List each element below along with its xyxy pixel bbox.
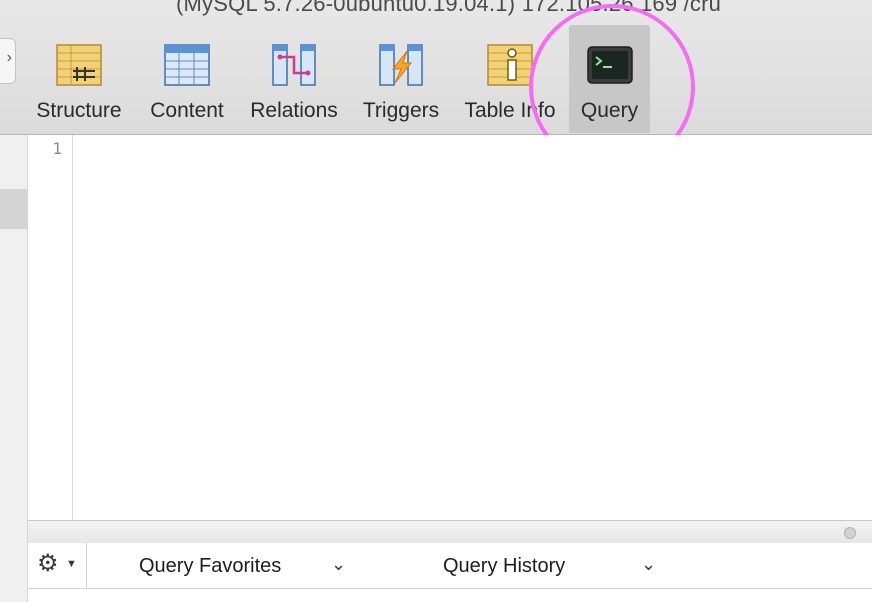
- toolbar-label: Triggers: [362, 99, 440, 122]
- chevron-icon: ›: [6, 49, 12, 66]
- toolbar: (MySQL 5.7.26-0ubuntu0.19.04.1) 172.105.…: [0, 0, 872, 135]
- line-number: 1: [52, 139, 62, 158]
- query-favorites-label: Query Favorites: [139, 555, 282, 577]
- toolbar-relations[interactable]: Relations: [244, 25, 344, 133]
- toolbar-triggers[interactable]: Triggers: [352, 25, 450, 133]
- query-history-popup[interactable]: Query History ⌄: [388, 543, 668, 588]
- caret-down-icon: ▼: [66, 558, 77, 570]
- structure-icon: [56, 44, 102, 86]
- relations-icon: [272, 44, 316, 86]
- toolbar-label: Structure: [36, 99, 122, 122]
- toolbar-content[interactable]: Content: [138, 25, 236, 133]
- toolbar-label: Table Info: [464, 99, 556, 122]
- splitter-handle[interactable]: [844, 527, 856, 539]
- query-bottom-bar: ⚙ ▼ Query Favorites ⌄ Query History ⌄: [28, 543, 872, 589]
- sidebar-selected-row[interactable]: [0, 189, 27, 229]
- query-editor[interactable]: [73, 135, 872, 520]
- toolbar-label: Relations: [250, 99, 338, 122]
- table-info-icon: [487, 44, 533, 86]
- chevron-down-icon: ⌄: [641, 554, 657, 574]
- content-icon: [164, 44, 210, 86]
- chevron-down-icon: ⌄: [331, 554, 347, 574]
- split-view-divider[interactable]: [28, 520, 872, 544]
- sidebar[interactable]: [0, 135, 28, 602]
- window-title: (MySQL 5.7.26-0ubuntu0.19.04.1) 172.105.…: [176, 0, 722, 16]
- query-favorites-popup[interactable]: Query Favorites ⌄: [88, 543, 374, 588]
- nav-segment-button[interactable]: ›: [0, 38, 16, 84]
- toolbar-table-info[interactable]: Table Info: [457, 25, 563, 133]
- toolbar-label: Query: [580, 99, 639, 122]
- gear-icon: ⚙: [37, 550, 59, 577]
- toolbar-structure[interactable]: Structure: [28, 25, 130, 133]
- triggers-icon: [379, 44, 423, 86]
- toolbar-label: Content: [150, 99, 224, 122]
- gear-menu-button[interactable]: ⚙ ▼: [28, 543, 87, 588]
- line-number-gutter: 1: [28, 135, 73, 520]
- toolbar-query[interactable]: Query: [569, 25, 650, 133]
- query-history-label: Query History: [443, 555, 566, 577]
- query-terminal-icon: [586, 46, 633, 84]
